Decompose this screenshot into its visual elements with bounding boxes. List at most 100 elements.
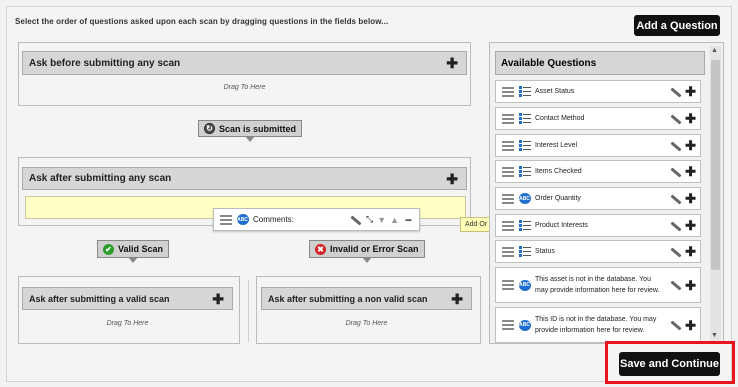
drag-handle-icon[interactable] (502, 280, 514, 290)
list-icon (518, 112, 531, 125)
drag-handle-icon[interactable] (220, 214, 232, 225)
scan-icon: ↻ (204, 123, 215, 134)
add-icon[interactable]: ✚ (685, 165, 696, 178)
chat-bubble-icon: ABC (518, 319, 531, 332)
add-icon[interactable]: ✚ (685, 245, 696, 258)
instruction-text: Select the order of questions asked upon… (15, 17, 389, 26)
scrollbar-thumb[interactable] (711, 60, 720, 270)
question-actions: ✚ (668, 278, 696, 292)
save-and-continue-button[interactable]: Save and Continue (619, 352, 720, 376)
add-icon[interactable]: ✚ (685, 219, 696, 232)
move-icon[interactable]: ⤡ (366, 214, 373, 225)
scroll-up-icon[interactable]: ▲ (711, 47, 718, 54)
question-actions: ✚ (668, 219, 696, 233)
add-icon[interactable]: ✚ (685, 279, 696, 292)
edit-icon[interactable] (668, 318, 682, 332)
invalid-drop-zone[interactable]: Drag To Here (261, 320, 472, 327)
invalid-scan-label: Invalid or Error Scan (330, 244, 419, 254)
checklist-icon (518, 165, 531, 178)
available-question-item[interactable]: Product Interests ✚ (495, 214, 701, 237)
scrollbar[interactable]: ▲ ▼ (710, 46, 721, 341)
drag-handle-icon[interactable] (502, 140, 514, 151)
drag-handle-icon[interactable] (502, 113, 514, 124)
question-actions: ✚ (668, 165, 696, 179)
invalid-scan-tag: ✖ Invalid or Error Scan (309, 240, 425, 263)
available-question-item[interactable]: ABC Order Quantity ✚ (495, 187, 701, 210)
list-icon (518, 139, 531, 152)
valid-drop-zone[interactable]: Drag To Here (22, 320, 233, 327)
add-question-button[interactable]: Add a Question (634, 15, 720, 36)
available-question-item[interactable]: Asset Status ✚ (495, 80, 701, 103)
check-icon: ✔ (103, 243, 114, 255)
question-actions: ✚ (668, 192, 696, 206)
before-drop-zone[interactable]: Drag To Here (22, 84, 467, 91)
after-scan-add-icon[interactable]: ✚ (446, 172, 458, 186)
available-question-item[interactable]: Items Checked ✚ (495, 160, 701, 183)
checklist-icon (518, 219, 531, 232)
scan-submitted-label: Scan is submitted (219, 123, 297, 134)
drag-handle-icon[interactable] (502, 220, 514, 231)
edit-icon[interactable] (348, 213, 362, 227)
valid-scan-tag: ✔ Valid Scan (97, 240, 170, 263)
question-actions: ✚ (668, 139, 696, 153)
available-question-label: Order Quantity (535, 195, 581, 202)
invalid-scan-title: Ask after submitting a non valid scan (268, 293, 428, 304)
available-question-label: Items Checked (535, 168, 582, 175)
drag-handle-icon[interactable] (502, 320, 514, 330)
edit-icon[interactable] (668, 112, 682, 126)
before-scan-title: Ask before submitting any scan (29, 57, 181, 69)
invalid-scan-header: Ask after submitting a non valid scan ✚ (261, 287, 472, 310)
available-question-item[interactable]: ABC This asset is not in the database. Yo… (495, 267, 701, 303)
available-question-label: Product Interests (535, 222, 588, 229)
valid-scan-title: Ask after submitting a valid scan (29, 293, 170, 304)
scroll-down-icon[interactable]: ▼ (711, 332, 718, 339)
column-divider (248, 280, 249, 342)
chat-bubble-icon: ABC (236, 213, 249, 226)
available-question-item[interactable]: Interest Level ✚ (495, 134, 701, 157)
question-actions: ✚ (668, 112, 696, 126)
chat-bubble-icon: ABC (518, 279, 531, 292)
list-icon (518, 85, 531, 98)
edit-icon[interactable] (668, 192, 682, 206)
drag-handle-icon[interactable] (502, 166, 514, 177)
edit-icon[interactable] (668, 139, 682, 153)
invalid-scan-add-icon[interactable]: ✚ (451, 292, 463, 306)
available-question-item[interactable]: Contact Method ✚ (495, 107, 701, 130)
move-up-icon[interactable]: ▲ (390, 215, 399, 225)
after-scan-title: Ask after submitting any scan (29, 173, 172, 184)
valid-scan-header: Ask after submitting a valid scan ✚ (22, 287, 233, 310)
drag-handle-icon[interactable] (502, 193, 514, 204)
dragged-question-label: Comments: (253, 215, 294, 224)
available-question-item[interactable]: ABC This ID is not in the database. You m… (495, 307, 701, 343)
edit-icon[interactable] (668, 85, 682, 99)
valid-scan-add-icon[interactable]: ✚ (212, 292, 224, 306)
move-down-icon[interactable]: ▼ (377, 215, 386, 225)
valid-scan-label: Valid Scan (118, 244, 164, 254)
add-icon[interactable]: ✚ (685, 139, 696, 152)
add-icon[interactable]: ✚ (685, 192, 696, 205)
scan-submitted-tag: ↻ Scan is submitted (198, 120, 303, 142)
dragged-question-item[interactable]: ABC Comments: ⤡ ▼ ▲ − (213, 208, 420, 231)
drag-handle-icon[interactable] (502, 86, 514, 97)
edit-icon[interactable] (668, 245, 682, 259)
available-question-label: Contact Method (535, 115, 585, 122)
available-question-item[interactable]: Status ✚ (495, 240, 701, 263)
edit-icon[interactable] (668, 219, 682, 233)
after-scan-header: Ask after submitting any scan ✚ (22, 167, 467, 190)
edit-icon[interactable] (668, 278, 682, 292)
available-question-label: Interest Level (535, 142, 578, 149)
edit-icon[interactable] (668, 165, 682, 179)
add-icon[interactable]: ✚ (685, 85, 696, 98)
add-icon[interactable]: ✚ (685, 319, 696, 332)
before-scan-header: Ask before submitting any scan ✚ (22, 51, 467, 75)
available-question-label: This ID is not in the database. You may … (535, 316, 657, 334)
drag-handle-icon[interactable] (502, 246, 514, 257)
add-icon[interactable]: ✚ (685, 112, 696, 125)
question-actions: ✚ (668, 245, 696, 259)
list-icon (518, 245, 531, 258)
before-scan-add-icon[interactable]: ✚ (446, 56, 458, 70)
available-question-label: This asset is not in the database. You m… (535, 276, 660, 294)
remove-icon[interactable]: − (405, 213, 412, 227)
chat-bubble-icon: ABC (518, 192, 531, 205)
available-question-label: Status (535, 248, 555, 255)
